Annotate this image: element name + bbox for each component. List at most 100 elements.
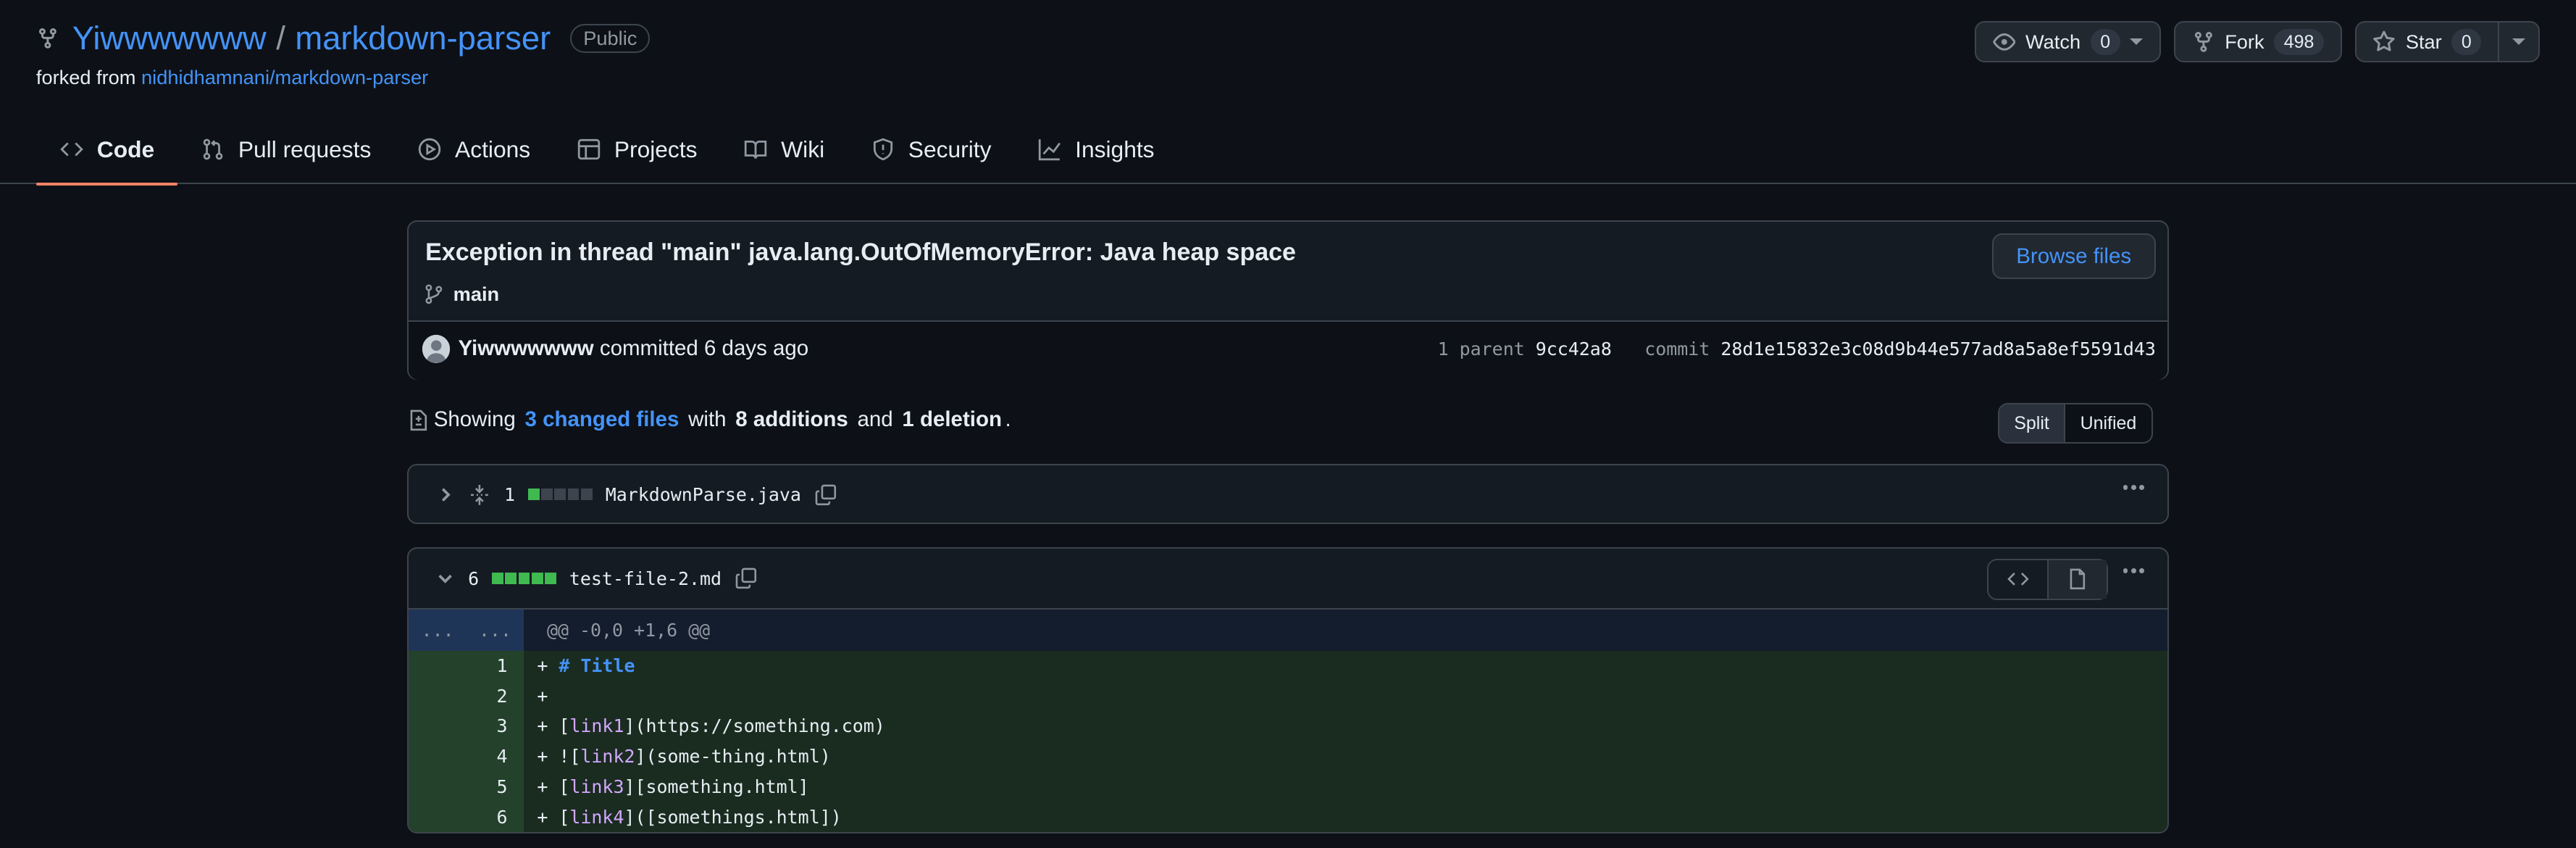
tab-label: Actions <box>455 136 531 162</box>
hunk-expander[interactable]: ... ... <box>409 609 524 651</box>
source-view-button[interactable] <box>1989 560 2048 599</box>
fork-count: 498 <box>2274 28 2324 55</box>
expand-icon[interactable] <box>468 483 491 507</box>
commit-label: commit <box>1644 338 1710 359</box>
parent-sha-link[interactable]: 9cc42a8 <box>1536 338 1612 359</box>
tab-code[interactable]: Code <box>35 115 177 186</box>
commit-sha: 28d1e15832e3c08d9b44e577ad8a5a8ef5591d43 <box>1720 338 2156 359</box>
tab-label: Code <box>96 136 155 162</box>
kebab-horizontal-icon[interactable] <box>2123 568 2144 574</box>
tab-projects[interactable]: Projects <box>553 115 720 184</box>
diff-line: 1 + # Title <box>409 650 2167 681</box>
diff-line: 3 + [link1](https://something.com) <box>409 711 2167 742</box>
graph-icon <box>1038 139 1061 161</box>
hunk-gutter-left: ... <box>421 619 454 641</box>
star-count: 0 <box>2451 28 2482 55</box>
file-name-link[interactable]: MarkdownParse.java <box>606 484 801 505</box>
file-icon <box>2070 568 2086 590</box>
split-view-button[interactable]: Split <box>1999 404 2066 443</box>
tab-wiki[interactable]: Wiki <box>720 115 848 184</box>
tab-security[interactable]: Security <box>848 115 1014 184</box>
copy-icon[interactable] <box>735 567 758 590</box>
star-list-dropdown[interactable] <box>2498 22 2538 62</box>
line-prefix: + <box>537 746 559 768</box>
watch-button[interactable]: Watch 0 <box>1975 21 2162 63</box>
fork-button[interactable]: Fork 498 <box>2174 21 2342 63</box>
repo-owner-link[interactable]: Yiwwwwwww <box>72 20 267 57</box>
line-code: + [link3][something.html] <box>524 772 2167 803</box>
code-token: ![ <box>559 746 581 768</box>
file-header: 1 MarkdownParse.java <box>409 465 2167 525</box>
star-label: Star <box>2405 30 2442 53</box>
file-header: 6 test-file-2.md <box>409 549 2167 608</box>
browse-files-button[interactable]: Browse files <box>1991 233 2156 280</box>
line-number[interactable]: 1 <box>409 650 524 681</box>
file-view-buttons <box>1986 558 2109 600</box>
branch-link[interactable]: main <box>422 283 499 306</box>
rich-view-button[interactable] <box>2047 560 2107 599</box>
tab-label: Insights <box>1075 136 1155 162</box>
watch-count: 0 <box>2090 28 2120 55</box>
hunk-text: @@ -0,0 +1,6 @@ <box>546 619 711 641</box>
diffstat-bar <box>528 489 593 501</box>
tab-label: Pull requests <box>238 136 372 162</box>
hunk-header: ... ... @@ -0,0 +1,6 @@ <box>409 609 2167 651</box>
avatar[interactable] <box>422 335 451 363</box>
tab-actions[interactable]: Actions <box>394 115 553 184</box>
forked-from-link[interactable]: nidhidhamnani/markdown-parser <box>141 66 428 88</box>
tab-pull-requests[interactable]: Pull requests <box>177 115 394 184</box>
star-button[interactable]: Star 0 <box>2354 21 2541 63</box>
code-token: ](https://something.com) <box>624 715 885 737</box>
line-number[interactable]: 4 <box>409 741 524 773</box>
diff-line: 6 + [link4]([somethings.html]) <box>409 802 2167 832</box>
committed-text: committed 6 days ago <box>593 336 809 361</box>
file-diff-icon <box>411 410 427 431</box>
heading-token: # Title <box>559 654 635 676</box>
tab-label: Projects <box>614 136 698 162</box>
hunk-gutter-right: ... <box>478 619 512 641</box>
repo-separator: / <box>276 20 285 57</box>
chevron-right-icon[interactable] <box>435 485 455 504</box>
watch-label: Watch <box>2025 30 2081 53</box>
link-label-token: link3 <box>569 776 624 798</box>
diff-summary: Showing 3 changed files with 8 additions… <box>407 407 1011 432</box>
repo-nav-tabs: Code Pull requests Actions Projects Wiki… <box>0 115 2576 186</box>
file-change-count: 6 <box>468 568 480 589</box>
changed-files-link[interactable]: 3 changed files <box>525 407 679 432</box>
repo-header: Yiwwwwwww / markdown-parser Public <box>36 20 651 57</box>
repo-name-link[interactable]: markdown-parser <box>295 20 551 57</box>
code-token: [ <box>559 776 570 798</box>
copy-icon[interactable] <box>814 483 837 507</box>
forked-from: forked from nidhidhamnani/markdown-parse… <box>36 66 428 89</box>
tab-insights[interactable]: Insights <box>1014 115 1177 184</box>
file-name-link[interactable]: test-file-2.md <box>569 568 722 589</box>
chevron-down-icon[interactable] <box>435 568 455 588</box>
line-number[interactable]: 6 <box>409 802 524 832</box>
repo-actions: Watch 0 Fork 498 Star 0 <box>1975 21 2541 63</box>
code-token: ](some-thing.html) <box>635 746 831 768</box>
unified-view-button[interactable]: Unified <box>2065 404 2151 443</box>
book-icon <box>744 141 767 159</box>
line-number[interactable]: 3 <box>409 711 524 742</box>
author-line: Yiwwwwwww committed 6 days ago <box>458 336 808 361</box>
diff-line: 5 + [link3][something.html] <box>409 772 2167 803</box>
author-name[interactable]: Yiwwwwwww <box>458 336 593 360</box>
line-code: + ![link2](some-thing.html) <box>524 741 2167 773</box>
table-icon <box>577 139 600 160</box>
diff-line: 4 + ![link2](some-thing.html) <box>409 741 2167 773</box>
kebab-horizontal-icon[interactable] <box>2123 484 2144 490</box>
line-number[interactable]: 2 <box>409 681 524 712</box>
file-diff-collapsed: 1 MarkdownParse.java <box>407 463 2169 525</box>
line-number[interactable]: 5 <box>409 772 524 803</box>
code-token: ][something.html] <box>624 776 809 798</box>
code-icon <box>59 142 83 157</box>
line-code: + [link4]([somethings.html]) <box>524 802 2167 832</box>
line-code: + <box>524 681 2167 712</box>
play-icon <box>418 138 441 161</box>
git-branch-icon <box>425 284 442 304</box>
additions-count: 8 additions <box>735 407 848 432</box>
line-prefix: + <box>537 685 559 707</box>
code-icon <box>2007 573 2029 586</box>
diff-table: ... ... @@ -0,0 +1,6 @@ 1 + # Title 2 + 3 + … <box>409 607 2167 832</box>
diff-view-toggle: Split Unified <box>1997 402 2153 444</box>
